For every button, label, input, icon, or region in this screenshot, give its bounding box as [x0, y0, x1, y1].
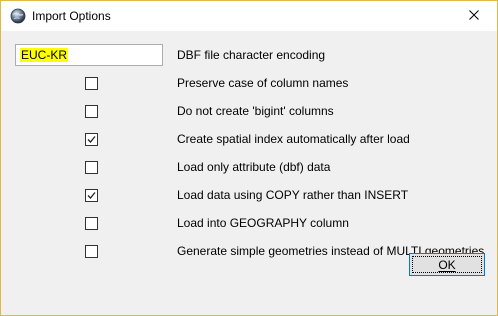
preserve-case-checkbox[interactable] — [85, 77, 98, 90]
encoding-input-value: EUC-KR — [20, 48, 69, 62]
use-copy-label: Load data using COPY rather than INSERT — [177, 188, 409, 202]
preserve-case-label: Preserve case of column names — [177, 76, 349, 90]
title-bar[interactable]: Import Options — [1, 1, 497, 31]
globe-icon — [10, 8, 26, 24]
close-button[interactable] — [451, 1, 497, 31]
checkmark-icon — [87, 192, 96, 199]
import-options-dialog: Import Options EUC-KR DBF file character… — [0, 0, 498, 316]
geography-label: Load into GEOGRAPHY column — [177, 216, 349, 230]
spatial-index-checkbox[interactable] — [85, 133, 98, 146]
encoding-input[interactable]: EUC-KR — [15, 44, 163, 66]
checkmark-icon — [87, 136, 96, 143]
close-icon — [469, 9, 479, 23]
spatial-index-label: Create spatial index automatically after… — [177, 132, 410, 146]
simple-geometries-checkbox[interactable] — [85, 245, 98, 258]
no-bigint-checkbox[interactable] — [85, 105, 98, 118]
no-bigint-label: Do not create 'bigint' columns — [177, 104, 334, 118]
ok-button-label: OK — [438, 257, 456, 272]
geography-checkbox[interactable] — [85, 217, 98, 230]
attribute-only-checkbox[interactable] — [85, 161, 98, 174]
use-copy-checkbox[interactable] — [85, 189, 98, 202]
attribute-only-label: Load only attribute (dbf) data — [177, 160, 331, 174]
ok-button[interactable]: OK — [409, 253, 485, 276]
encoding-label: DBF file character encoding — [177, 48, 326, 62]
window-title: Import Options — [32, 9, 111, 23]
